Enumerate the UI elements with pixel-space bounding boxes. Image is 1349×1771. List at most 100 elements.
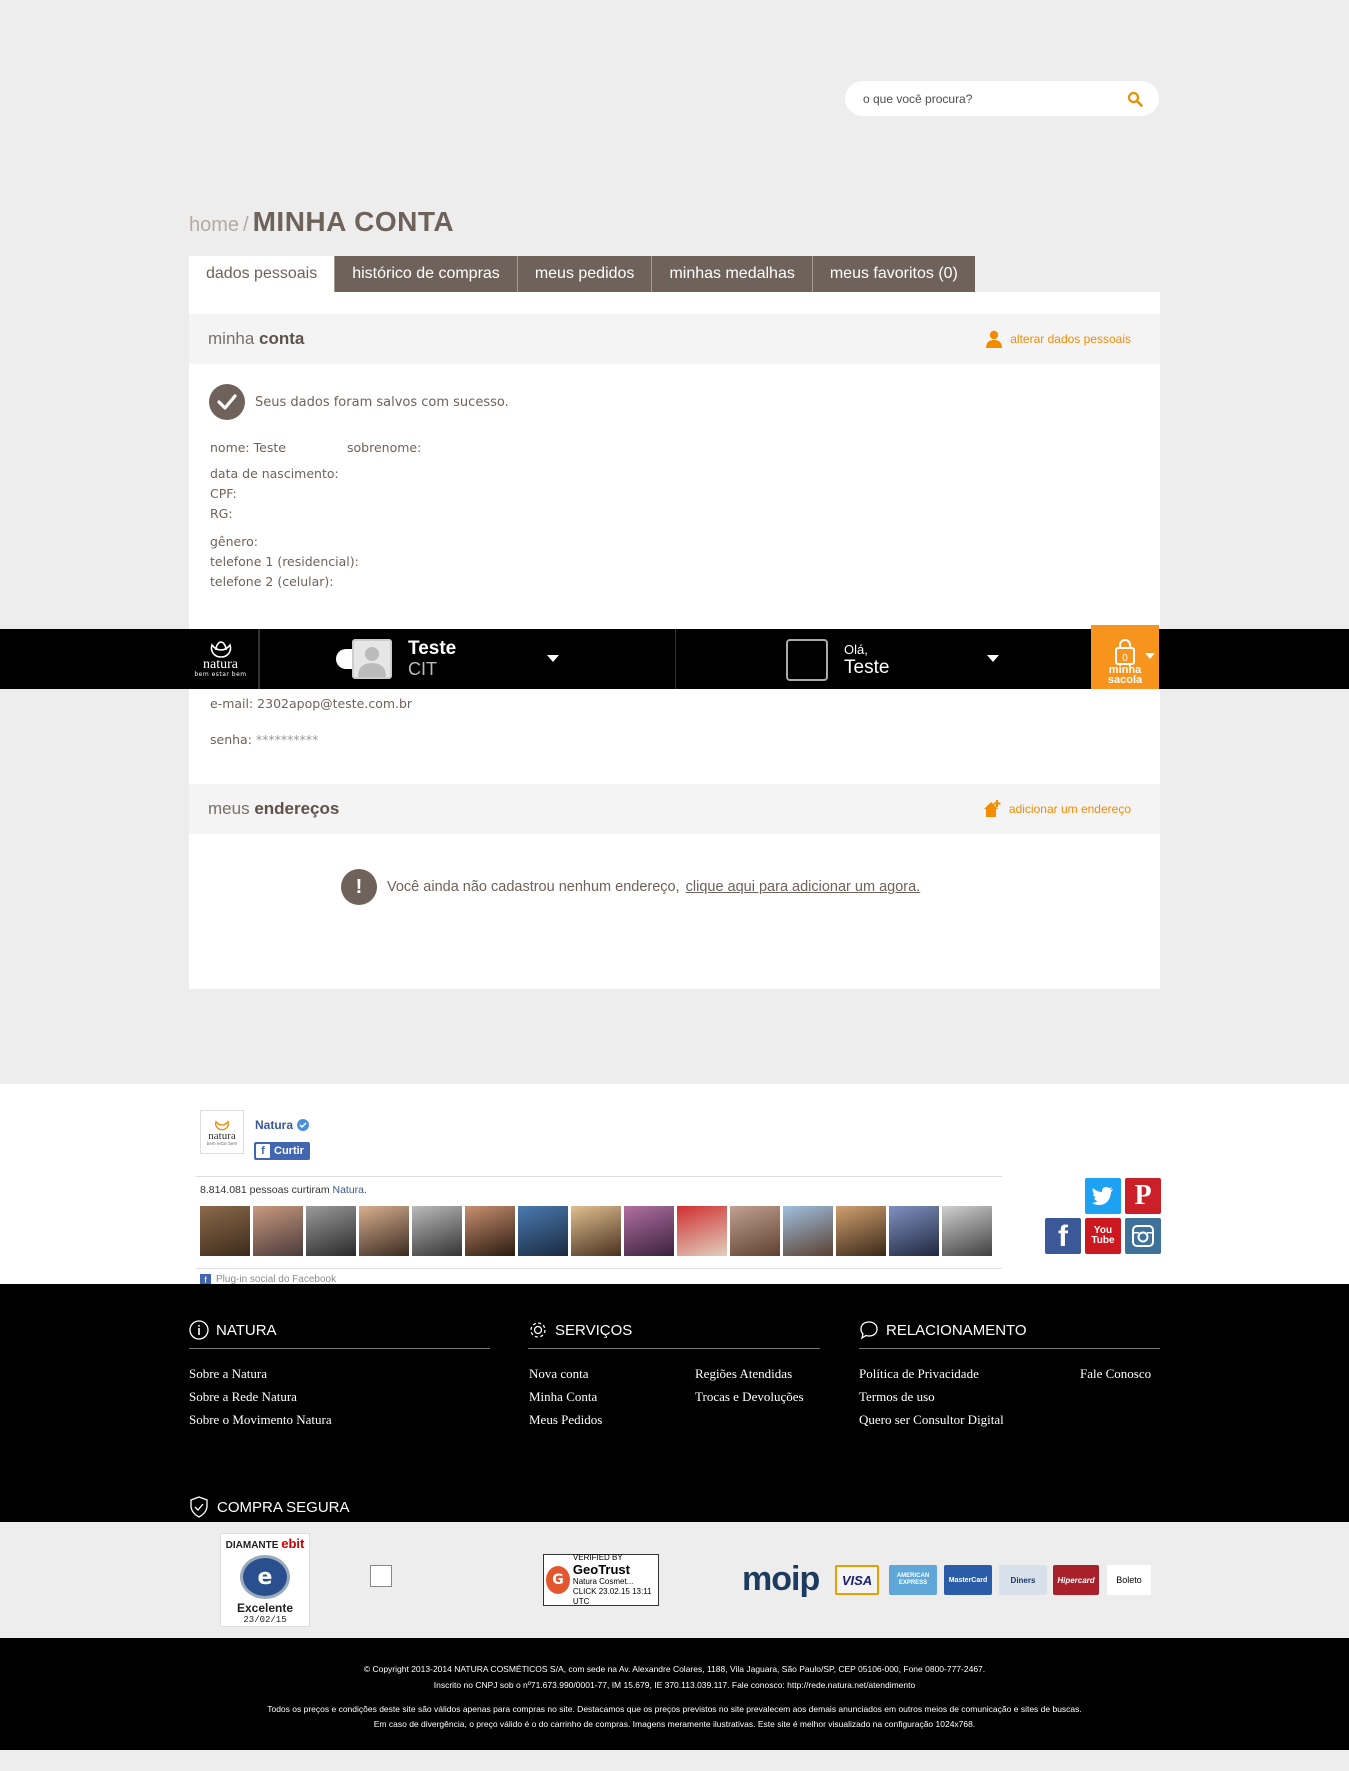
geotrust-seal[interactable]: G VERIFIED BY GeoTrust Natura Cosmet... …	[543, 1553, 659, 1606]
empty-addresses-text: Você ainda não cadastrou nenhum endereço…	[387, 879, 680, 895]
footer-heading-servicos: SERVIÇOS	[528, 1320, 820, 1349]
pinterest-icon[interactable]: P	[1125, 1178, 1161, 1214]
account-tabs: dados pessoais histórico de compras meus…	[189, 256, 975, 292]
copyright-line: Todos os preços e condições deste site s…	[267, 1704, 1082, 1714]
divider	[196, 1268, 1002, 1269]
natura-logo[interactable]: natura bem estar bem	[183, 629, 259, 689]
fan-avatar[interactable]	[730, 1206, 780, 1256]
facebook-like-button[interactable]: f Curtir	[254, 1142, 310, 1160]
broken-image-icon	[370, 1565, 392, 1587]
geo-name: Natura Cosmet...	[572, 1577, 634, 1586]
tab-meus-pedidos[interactable]: meus pedidos	[517, 256, 653, 292]
account-title-light: minha	[208, 329, 255, 348]
user-greeting: Olá, Teste	[786, 639, 889, 681]
ebit-seal[interactable]: DIAMANTE ebit e Excelente 23/02/15	[220, 1533, 310, 1627]
fan-avatar[interactable]	[412, 1206, 462, 1256]
bar-divider	[259, 629, 260, 689]
footer-link[interactable]: Trocas e Devoluções	[695, 1389, 804, 1405]
tab-minhas-medalhas[interactable]: minhas medalhas	[652, 256, 813, 292]
add-address-now-link[interactable]: clique aqui para adicionar um agora.	[686, 879, 921, 895]
senha-label: senha:	[210, 732, 252, 747]
facebook-page-avatar[interactable]: natura bem estar bem	[200, 1110, 244, 1154]
likes-page-link[interactable]: Natura.	[333, 1184, 367, 1196]
account-section-header: minha conta alterar dados pessoais	[189, 314, 1160, 364]
fan-avatar[interactable]	[571, 1206, 621, 1256]
fan-avatar[interactable]	[465, 1206, 515, 1256]
fan-avatar[interactable]	[836, 1206, 886, 1256]
add-address-link[interactable]: adicionar um endereço	[983, 800, 1131, 818]
consultant-dropdown-chevron-down-icon[interactable]	[547, 655, 559, 662]
fan-avatar[interactable]	[624, 1206, 674, 1256]
footer-link[interactable]: Fale Conosco	[1080, 1366, 1151, 1382]
ebit-level: Excelente	[236, 1601, 294, 1615]
footer-link[interactable]: Termos de uso	[859, 1389, 935, 1405]
geotrust-logo-icon: G	[546, 1566, 570, 1594]
instagram-icon[interactable]	[1125, 1218, 1161, 1254]
account-title-bold: conta	[259, 329, 305, 348]
twitter-icon[interactable]	[1085, 1178, 1121, 1214]
ebit-date: 23/02/15	[243, 1615, 287, 1625]
footer-col-relacionamento: RELACIONAMENTO	[859, 1320, 1160, 1349]
fan-avatar[interactable]	[677, 1206, 727, 1256]
shopping-bag-icon: 0	[1115, 639, 1135, 665]
fan-avatar[interactable]	[200, 1206, 250, 1256]
fan-avatar[interactable]	[253, 1206, 303, 1256]
facebook-f-icon: f	[256, 1144, 270, 1158]
exclamation-icon: !	[341, 869, 377, 905]
footer-link[interactable]: Regiões Atendidas	[695, 1366, 792, 1382]
search-bar	[845, 81, 1159, 116]
tab-meus-favoritos[interactable]: meus favoritos (0)	[812, 256, 975, 292]
avatar	[352, 639, 392, 679]
fan-avatar[interactable]	[359, 1206, 409, 1256]
divider	[196, 1176, 1002, 1177]
fan-avatar[interactable]	[518, 1206, 568, 1256]
addresses-section-title: meus endereços	[208, 799, 339, 819]
search-input[interactable]	[863, 91, 1127, 106]
tab-historico-de-compras[interactable]: histórico de compras	[335, 256, 518, 292]
facebook-page-name[interactable]: Natura	[255, 1118, 310, 1132]
natura-flower-icon	[215, 1119, 229, 1130]
like-label: Curtir	[274, 1145, 304, 1157]
fan-avatar[interactable]	[889, 1206, 939, 1256]
fan-avatar[interactable]	[783, 1206, 833, 1256]
addresses-title-light: meus	[208, 799, 250, 818]
fan-avatar[interactable]	[942, 1206, 992, 1256]
edit-personal-data-link[interactable]: alterar dados pessoais	[986, 330, 1131, 348]
shield-icon	[190, 1496, 208, 1518]
footer-link[interactable]: Meus Pedidos	[529, 1412, 602, 1428]
tab-dados-pessoais[interactable]: dados pessoais	[189, 256, 336, 292]
greeting-label: Olá,	[844, 641, 868, 657]
breadcrumb-home-link[interactable]: home	[189, 214, 239, 237]
geo-brand: GeoTrust	[572, 1562, 630, 1577]
field-rg: RG:	[210, 506, 233, 521]
bag-count: 0	[1122, 653, 1128, 664]
consultant-info: Teste CIT	[336, 637, 456, 681]
diners-card-icon: Diners	[999, 1565, 1047, 1595]
fan-avatar[interactable]	[306, 1206, 356, 1256]
footer-link[interactable]: Sobre a Natura	[189, 1366, 267, 1382]
user-dropdown-chevron-down-icon[interactable]	[987, 655, 999, 662]
footer-link[interactable]: Minha Conta	[529, 1389, 597, 1405]
youtube-icon[interactable]: You Tube	[1085, 1218, 1121, 1254]
checkmark-icon	[209, 384, 245, 420]
bag-chevron-down-icon	[1145, 653, 1155, 659]
footer-link[interactable]: Sobre a Rede Natura	[189, 1389, 297, 1405]
footer-link[interactable]: Política de Privacidade	[859, 1366, 979, 1382]
footer-link[interactable]: Quero ser Consultor Digital	[859, 1412, 1004, 1428]
breadcrumb-separator: /	[243, 214, 249, 236]
page-title: MINHA CONTA	[252, 206, 455, 237]
fb-logo-wordmark: natura	[208, 1129, 236, 1142]
facebook-icon[interactable]: f	[1045, 1218, 1081, 1254]
addresses-title-bold: endereços	[254, 799, 340, 818]
field-genero: gênero:	[210, 534, 258, 549]
user-avatar	[786, 639, 828, 681]
footer-link[interactable]: Nova conta	[529, 1366, 589, 1382]
copyright-area: © Copyright 2013-2014 NATURA COSMÉTICOS …	[0, 1638, 1349, 1750]
search-icon[interactable]	[1127, 91, 1143, 107]
consultant-name: Teste	[408, 638, 457, 659]
footer-link[interactable]: Sobre o Movimento Natura	[189, 1412, 332, 1428]
shopping-bag-button[interactable]: 0 minha sacola	[1091, 625, 1159, 689]
field-data-nascimento: data de nascimento:	[210, 466, 339, 481]
ebit-top-text: DIAMANTE	[225, 1540, 279, 1551]
logo-tagline: bem estar bem	[194, 670, 247, 678]
